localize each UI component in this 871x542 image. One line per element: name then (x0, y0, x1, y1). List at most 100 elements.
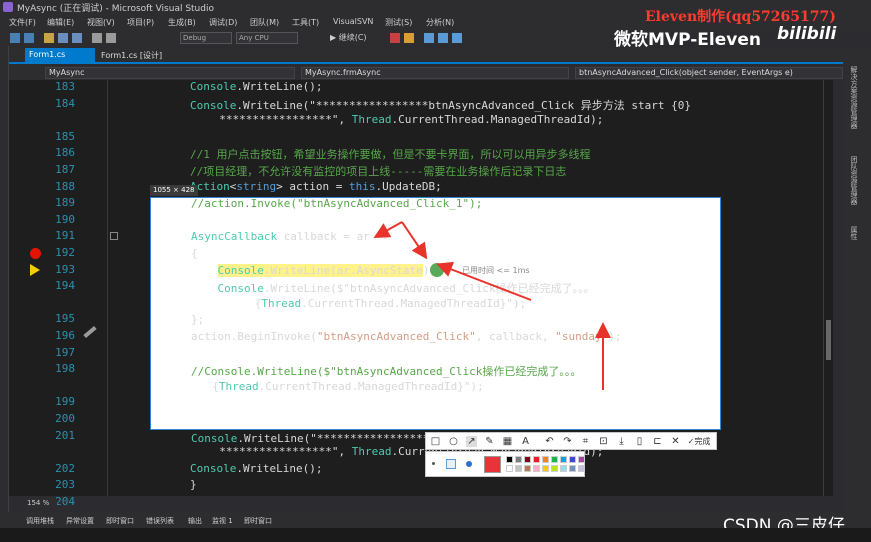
mosaic-icon[interactable]: ▦ (502, 436, 513, 447)
done-button[interactable]: ✓完成 (684, 436, 714, 447)
collapse-icon[interactable] (110, 232, 118, 240)
pin-icon[interactable]: ⊡ (598, 436, 609, 447)
circle-icon[interactable]: ○ (448, 436, 459, 447)
restart-icon[interactable] (404, 33, 414, 43)
save-all-icon[interactable] (72, 33, 82, 43)
menu-project[interactable]: 项目(P) (127, 17, 154, 28)
size-small[interactable] (432, 462, 435, 465)
menu-debug[interactable]: 调试(D) (209, 17, 237, 28)
color-swatch[interactable] (533, 456, 540, 463)
crop-icon[interactable]: ⌗ (580, 436, 591, 447)
open-icon[interactable] (44, 33, 54, 43)
color-swatch[interactable] (569, 465, 576, 472)
step-into-icon[interactable] (438, 33, 448, 43)
tab-error-list[interactable]: 错误列表 (146, 516, 174, 526)
color-swatch[interactable] (578, 456, 585, 463)
color-swatch[interactable] (551, 456, 558, 463)
color-swatch[interactable] (533, 465, 540, 472)
project-dropdown[interactable]: MyAsync (45, 67, 295, 79)
run-to-click-icon[interactable] (430, 263, 444, 277)
code-line[interactable]: //项目经理，不允许没有监控的项目上线-----需要在业务操作后记录下日志 (190, 163, 566, 179)
share-icon[interactable]: ⊏ (652, 436, 663, 447)
platform-combo[interactable]: Any CPU (236, 32, 298, 44)
current-color[interactable] (484, 456, 501, 473)
size-medium[interactable] (446, 459, 456, 469)
close-icon[interactable]: ✕ (670, 436, 681, 447)
tab-form1-designer[interactable]: Form1.cs [设计] (97, 48, 183, 62)
scroll-thumb[interactable] (826, 320, 831, 360)
back-icon[interactable] (10, 33, 20, 43)
menu-edit[interactable]: 编辑(E) (47, 17, 74, 28)
copy-icon[interactable]: ▯ (634, 436, 645, 447)
tab-output[interactable]: 输出 (188, 516, 202, 526)
code-line[interactable]: Action<string> action = this.UpdateDB; (190, 180, 442, 193)
undo-icon[interactable]: ↶ (544, 436, 555, 447)
config-combo[interactable]: Debug (180, 32, 232, 44)
redo-icon[interactable] (106, 33, 116, 43)
menu-view[interactable]: 视图(V) (87, 17, 115, 28)
color-swatch[interactable] (524, 465, 531, 472)
screenshot-capture-region[interactable]: //action.Invoke("btnAsyncAdvanced_Click_… (150, 197, 721, 445)
tab-immediate-2[interactable]: 即时窗口 (244, 516, 272, 526)
redo-icon[interactable]: ↷ (562, 436, 573, 447)
pencil-icon[interactable]: ✎ (484, 436, 495, 447)
breakpoint-icon[interactable] (30, 248, 41, 259)
code-line[interactable]: Console.WriteLine(ar.AsyncState); (191, 263, 436, 277)
size-large[interactable] (466, 461, 472, 467)
code-line[interactable]: Console.WriteLine("*****************btnA… (190, 97, 691, 113)
code-line[interactable]: Console.WriteLine(); (190, 80, 322, 93)
menu-file[interactable]: 文件(F) (9, 17, 36, 28)
zoom-level[interactable]: 154 % (27, 499, 57, 509)
code-line[interactable]: AsyncCallback callback = ar => (191, 230, 390, 243)
vertical-scrollbar[interactable] (823, 80, 833, 496)
team-explorer-tab[interactable]: 团队资源管理器 (849, 156, 859, 205)
menu-build[interactable]: 生成(B) (168, 17, 196, 28)
color-swatch[interactable] (560, 456, 567, 463)
color-swatch[interactable] (569, 456, 576, 463)
color-swatch[interactable] (578, 465, 585, 472)
color-swatch[interactable] (551, 465, 558, 472)
code-line[interactable]: //Console.WriteLine($"btnAsyncAdvanced_C… (191, 363, 581, 379)
solution-explorer-tab[interactable]: 解决方案资源管理器 (849, 66, 859, 129)
properties-tab[interactable]: 属性 (849, 226, 859, 240)
color-swatch[interactable] (560, 465, 567, 472)
menu-visualsvn[interactable]: VisualSVN (333, 17, 373, 26)
code-line[interactable]: {Thread.CurrentThread.ManagedThreadId}")… (199, 380, 484, 393)
code-line[interactable]: //1 用户点击按钮，希望业务操作要做，但是不要卡界面，所以可以用异步多线程 (190, 146, 591, 162)
color-swatch[interactable] (515, 456, 522, 463)
forward-icon[interactable] (24, 33, 34, 43)
tab-watch[interactable]: 监视 1 (212, 516, 233, 526)
tab-exception-settings[interactable]: 异常设置 (66, 516, 94, 526)
code-line[interactable]: Console.WriteLine(); (190, 462, 322, 475)
color-swatch[interactable] (506, 456, 513, 463)
menu-tools[interactable]: 工具(T) (292, 17, 319, 28)
tab-immediate[interactable]: 即时窗口 (106, 516, 134, 526)
step-over-icon[interactable] (424, 33, 434, 43)
download-icon[interactable]: ⤓ (616, 436, 627, 447)
tab-call-stack[interactable]: 调用堆栈 (26, 516, 54, 526)
code-line[interactable]: { (191, 247, 198, 260)
code-line[interactable]: }; (191, 313, 204, 326)
rect-icon[interactable]: □ (430, 436, 441, 447)
member-dropdown[interactable]: btnAsyncAdvanced_Click(object sender, Ev… (575, 67, 843, 79)
code-line[interactable]: //action.Invoke("btnAsyncAdvanced_Click_… (191, 197, 482, 210)
color-swatch[interactable] (515, 465, 522, 472)
undo-icon[interactable] (92, 33, 102, 43)
color-swatch[interactable] (542, 465, 549, 472)
class-dropdown[interactable]: MyAsync.frmAsync (301, 67, 569, 79)
menu-test[interactable]: 测试(S) (385, 17, 412, 28)
text-icon[interactable]: A (520, 436, 531, 447)
color-swatch[interactable] (506, 465, 513, 472)
step-out-icon[interactable] (452, 33, 462, 43)
code-line[interactable]: Console.WriteLine($"btnAsyncAdvanced_Cli… (191, 280, 595, 296)
arrow-icon[interactable]: ↗ (466, 436, 477, 447)
code-line[interactable]: action.BeginInvoke("btnAsyncAdvanced_Cli… (191, 330, 622, 343)
continue-button[interactable]: ▶ 继续(C) (330, 32, 367, 43)
code-line[interactable]: {Thread.CurrentThread.ManagedThreadId}")… (215, 297, 527, 310)
save-icon[interactable] (58, 33, 68, 43)
code-line[interactable]: *****************", Thread.CurrentThread… (206, 113, 603, 126)
stop-icon[interactable] (390, 33, 400, 43)
menu-team[interactable]: 团队(M) (250, 17, 279, 28)
menu-analyze[interactable]: 分析(N) (426, 17, 454, 28)
color-swatch[interactable] (542, 456, 549, 463)
